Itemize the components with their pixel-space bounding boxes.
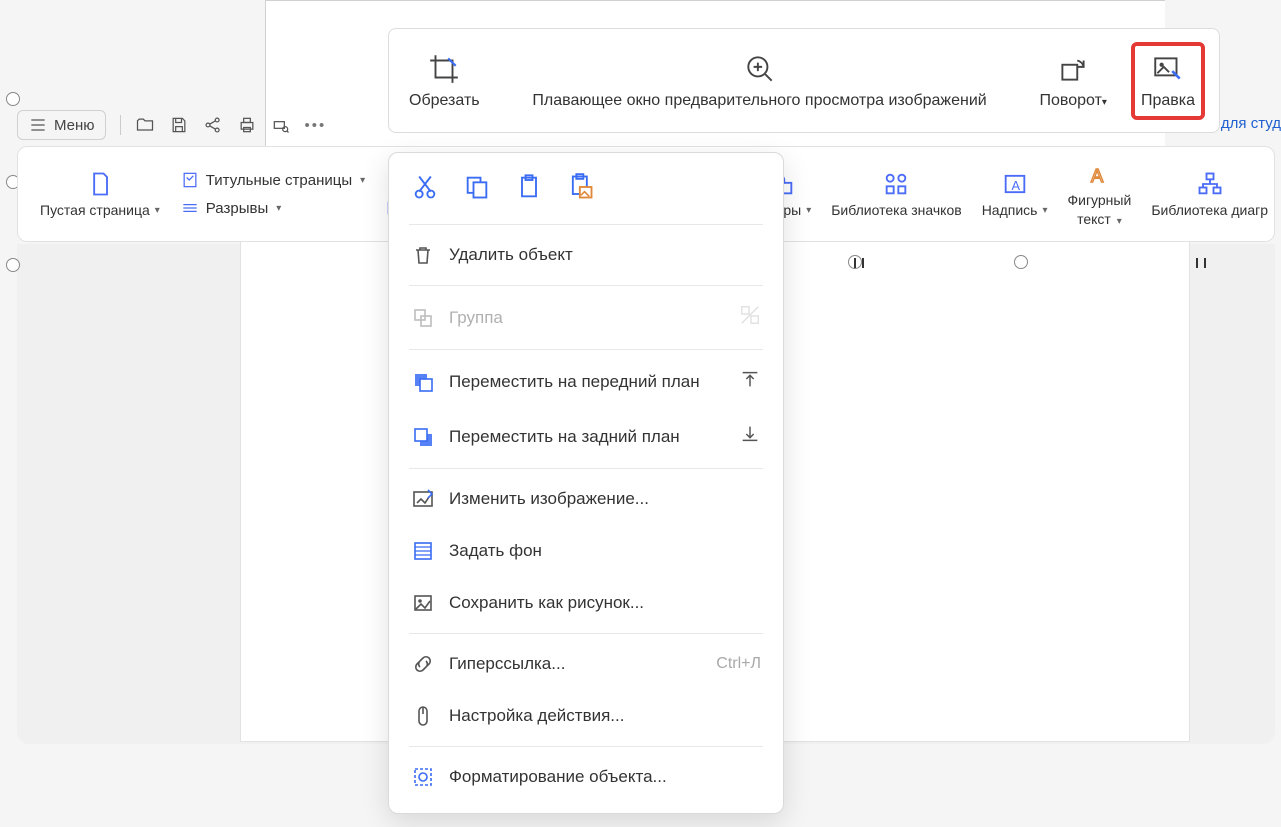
menu-item-set-background[interactable]: Задать фон (389, 525, 783, 577)
rotate-label: Поворот (1040, 92, 1102, 109)
mouse-icon (411, 704, 435, 728)
share-icon[interactable] (203, 115, 223, 135)
menu-button[interactable]: Меню (17, 110, 106, 140)
magnify-plus-icon (743, 52, 777, 86)
menu-item-format-object[interactable]: Форматирование объекта... (389, 751, 783, 803)
word-art-button[interactable]: A Фигурныйтекст ▾ (1061, 161, 1137, 227)
image-edit-icon (1151, 52, 1185, 86)
selection-handle[interactable] (1014, 255, 1028, 269)
hamburger-icon (28, 115, 48, 135)
icon-library-label: Библиотека значков (831, 202, 961, 218)
cut-icon[interactable] (411, 173, 439, 204)
crop-mark (1192, 250, 1212, 270)
selection-handle[interactable] (6, 258, 20, 272)
bring-front-icon (411, 370, 435, 394)
selection-handle[interactable] (6, 92, 20, 106)
menu-item-send-to-back[interactable]: Переместить на задний план (389, 409, 783, 464)
page-icon (86, 170, 114, 198)
image-context-menu: Удалить объект Группа Переместить на пер… (388, 152, 784, 814)
text-box-button[interactable]: A Надпись▾ (976, 170, 1054, 218)
group-icon (411, 306, 435, 330)
change-image-icon (411, 487, 435, 511)
menu-label: Меню (54, 117, 95, 134)
crop-mark (850, 250, 870, 270)
paste-as-image-icon[interactable] (567, 173, 595, 204)
crop-icon (427, 52, 461, 86)
background-icon (411, 539, 435, 563)
menu-label: Сохранить как рисунок... (449, 593, 644, 613)
breaks-button[interactable]: Разрывы▾ (180, 198, 365, 218)
shortcut-label: Ctrl+Л (716, 655, 761, 673)
menu-label: Переместить на передний план (449, 372, 700, 392)
wordart-label-2: текст (1077, 211, 1111, 227)
align-bottom-icon[interactable] (739, 423, 761, 450)
menu-label: Задать фон (449, 541, 542, 561)
preview-popup-button[interactable]: Плавающее окно предварительного просмотр… (504, 46, 1016, 116)
page-options-column: Титульные страницы▾ Разрывы▾ (174, 170, 371, 218)
menu-item-bring-to-front[interactable]: Переместить на передний план (389, 354, 783, 409)
menu-label: Изменить изображение... (449, 489, 649, 509)
align-top-icon[interactable] (739, 368, 761, 395)
title-pages-button[interactable]: Титульные страницы▾ (180, 170, 365, 190)
edit-label: Правка (1141, 92, 1195, 110)
crop-button[interactable]: Обрезать (403, 46, 486, 116)
send-back-icon (411, 425, 435, 449)
menu-item-change-image[interactable]: Изменить изображение... (389, 473, 783, 525)
page-break-icon (180, 198, 200, 218)
crop-label: Обрезать (409, 92, 480, 110)
menu-item-action-settings[interactable]: Настройка действия... (389, 690, 783, 742)
menu-label: Гиперссылка... (449, 654, 565, 674)
diagram-icon (1196, 170, 1224, 198)
blank-page-button[interactable]: Пустая страница▾ (34, 170, 166, 218)
menu-label: Форматирование объекта... (449, 767, 667, 787)
breaks-label: Разрывы (206, 200, 268, 217)
icon-library-button[interactable]: Библиотека значков (825, 170, 967, 218)
title-page-icon (180, 170, 200, 190)
icon-library-icon (882, 170, 910, 198)
ungroup-icon (739, 304, 761, 331)
more-icon[interactable]: ••• (305, 117, 327, 134)
menu-item-delete-object[interactable]: Удалить объект (389, 229, 783, 281)
blank-page-label: Пустая страница (40, 202, 150, 218)
rotate-button[interactable]: Поворот▾ (1034, 46, 1113, 116)
menu-label: Переместить на задний план (449, 427, 680, 447)
menu-label: Удалить объект (449, 245, 573, 265)
wordart-icon: A (1085, 161, 1113, 189)
menu-label: Настройка действия... (449, 706, 624, 726)
preview-popup-label: Плавающее окно предварительного просмотр… (532, 92, 986, 110)
svg-text:A: A (1091, 165, 1104, 186)
paste-icon[interactable] (515, 173, 543, 204)
save-icon[interactable] (169, 115, 189, 135)
trash-icon (411, 243, 435, 267)
title-pages-label: Титульные страницы (206, 172, 352, 189)
rotate-icon (1056, 52, 1090, 86)
wordart-label-1: Фигурный (1067, 193, 1131, 208)
textbox-label: Надпись (982, 202, 1038, 218)
textbox-icon: A (1001, 170, 1029, 198)
print-preview-icon[interactable] (271, 115, 291, 135)
open-folder-icon[interactable] (135, 115, 155, 135)
format-object-icon (411, 765, 435, 789)
image-floating-toolbar: Обрезать Плавающее окно предварительного… (388, 28, 1220, 133)
edit-button[interactable]: Правка (1131, 42, 1205, 120)
copy-icon[interactable] (463, 173, 491, 204)
save-picture-icon (411, 591, 435, 615)
diagram-label: Библиотека диагр (1151, 202, 1268, 218)
diagram-library-button[interactable]: Библиотека диагр (1145, 170, 1274, 218)
link-icon (411, 652, 435, 676)
print-icon[interactable] (237, 115, 257, 135)
quick-access-toolbar: Меню ••• (17, 106, 326, 144)
svg-text:A: A (1011, 178, 1020, 193)
menu-item-group: Группа (389, 290, 783, 345)
menu-item-save-as-picture[interactable]: Сохранить как рисунок... (389, 577, 783, 629)
menu-item-hyperlink[interactable]: Гиперссылка... Ctrl+Л (389, 638, 783, 690)
menu-label: Группа (449, 308, 503, 328)
